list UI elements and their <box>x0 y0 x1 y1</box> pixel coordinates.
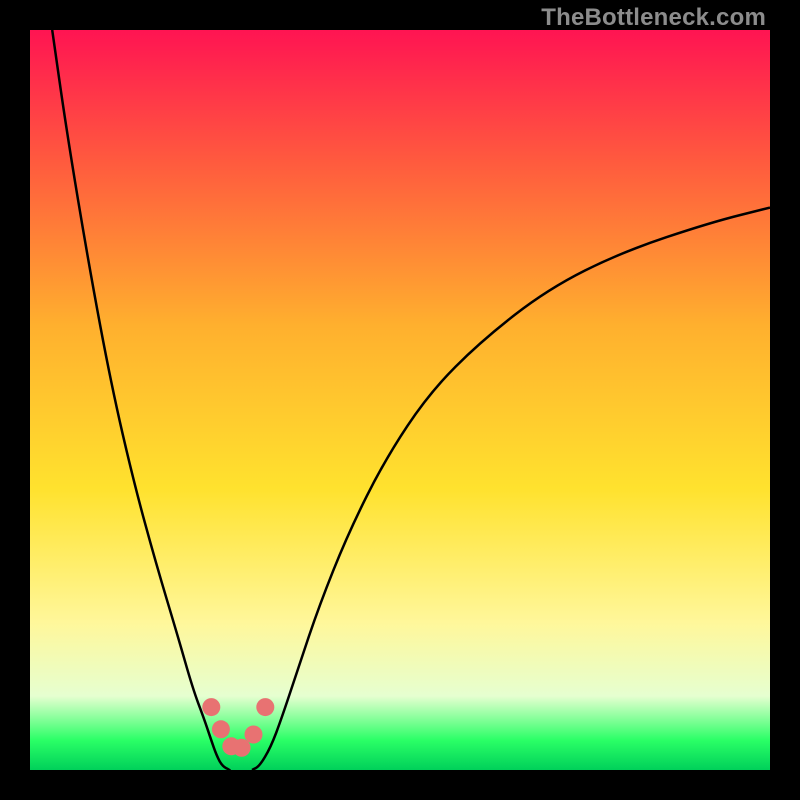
chart-curves <box>30 30 770 770</box>
data-marker <box>245 726 263 744</box>
watermark-text: TheBottleneck.com <box>541 4 766 32</box>
curve-left-branch <box>52 30 230 770</box>
data-marker <box>202 698 220 716</box>
chart-frame: TheBottleneck.com <box>0 0 800 800</box>
plot-area <box>30 30 770 770</box>
curve-right-branch <box>252 208 770 770</box>
data-marker <box>212 720 230 738</box>
data-marker <box>256 698 274 716</box>
